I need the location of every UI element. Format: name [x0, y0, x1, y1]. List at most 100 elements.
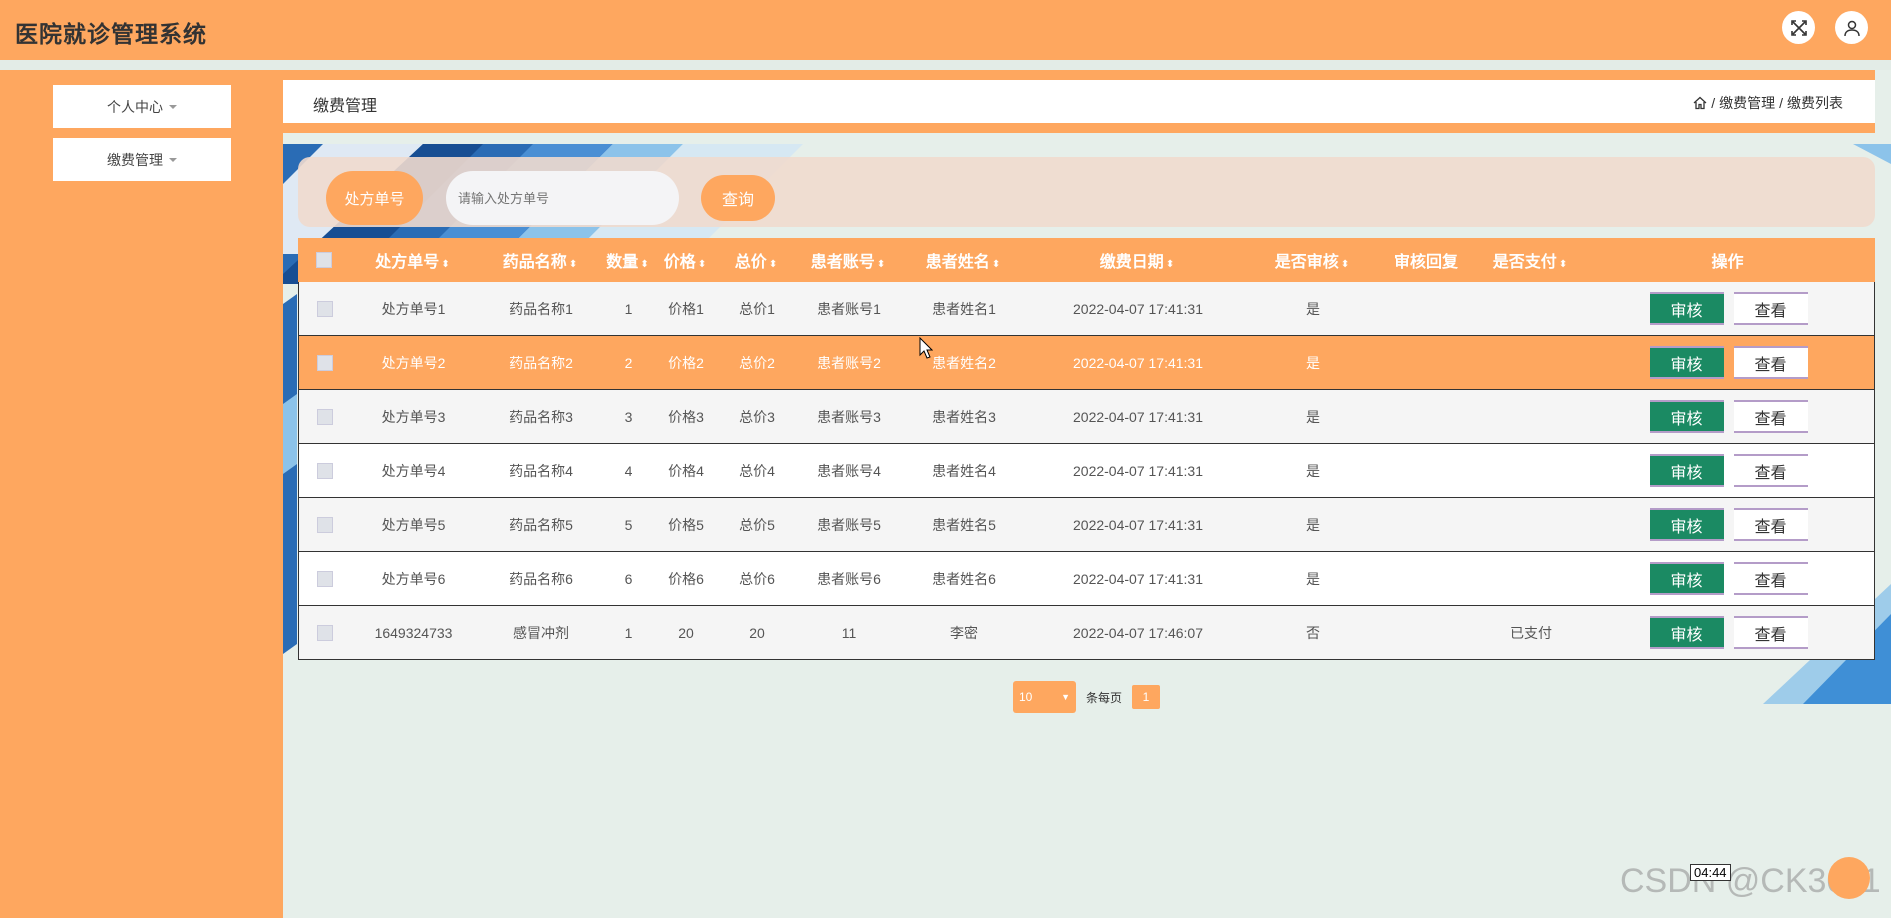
fullscreen-icon[interactable]: [1782, 11, 1815, 44]
breadcrumb-item[interactable]: 缴费管理: [1719, 93, 1775, 113]
table-row[interactable]: 处方单号1 药品名称1 1 价格1 总价1 患者账号1 患者姓名1 2022-04-07 17…: [298, 282, 1875, 336]
sort-icon: ⬍: [697, 259, 707, 270]
search-button[interactable]: 查询: [701, 175, 775, 221]
cell-price: 价格5: [668, 516, 704, 533]
cell-drug: 药品名称1: [509, 300, 573, 317]
view-button[interactable]: 查看: [1733, 346, 1808, 379]
table-row[interactable]: 处方单号5 药品名称5 5 价格5 总价5 患者账号5 患者姓名5 2022-04-07 17…: [298, 498, 1875, 552]
cell-account: 患者账号3: [817, 408, 881, 425]
page-header: 缴费管理 / 缴费管理 / 缴费列表: [283, 70, 1875, 133]
row-checkbox[interactable]: [317, 571, 333, 588]
row-checkbox[interactable]: [317, 517, 333, 534]
cell-audited: 是: [1306, 516, 1320, 533]
home-icon[interactable]: [1693, 96, 1707, 110]
table-row[interactable]: 处方单号2 药品名称2 2 价格2 总价2 患者账号2 患者姓名2 2022-04-07 17…: [298, 336, 1875, 390]
sort-icon: ⬍: [640, 259, 649, 270]
view-button[interactable]: 查看: [1733, 400, 1808, 433]
column-header[interactable]: 药品名称 ⬍: [475, 248, 605, 272]
row-checkbox[interactable]: [317, 409, 333, 426]
sidebar-item-personal-center[interactable]: 个人中心: [53, 85, 231, 128]
cell-name: 患者姓名1: [932, 300, 996, 317]
per-page-label: 条每页: [1086, 690, 1123, 705]
cell-date: 2022-04-07 17:41:31: [1073, 462, 1203, 479]
cell-price: 价格6: [668, 570, 704, 587]
cell-total: 总价5: [739, 516, 775, 533]
cell-audited: 是: [1306, 462, 1320, 479]
back-to-top-button[interactable]: [1828, 857, 1870, 899]
audit-button[interactable]: 审核: [1649, 292, 1724, 325]
page-number[interactable]: 1: [1132, 685, 1161, 709]
cell-name: 李密: [950, 624, 978, 641]
column-header[interactable]: 患者账号 ⬍: [792, 248, 904, 272]
view-button[interactable]: 查看: [1733, 292, 1808, 325]
main-content: 缴费管理 / 缴费管理 / 缴费列表 处方单号 查询 处方单号⬍: [283, 70, 1891, 918]
top-navbar: 医院就诊管理系统: [0, 0, 1891, 60]
cell-date: 2022-04-07 17:41:31: [1073, 516, 1203, 533]
cell-paid: 已支付: [1510, 624, 1552, 641]
audit-button[interactable]: 审核: [1649, 508, 1724, 541]
cell-name: 患者姓名6: [932, 570, 996, 587]
cell-id: 处方单号3: [381, 408, 446, 425]
page-size-select[interactable]: 10 ▼: [1013, 681, 1076, 713]
audit-button[interactable]: 审核: [1649, 346, 1724, 379]
chevron-down-icon: ▼: [1061, 692, 1070, 702]
cell-date: 2022-04-07 17:41:31: [1073, 300, 1203, 317]
cell-date: 2022-04-07 17:41:31: [1073, 570, 1203, 587]
time-tooltip: 04:44: [1690, 864, 1731, 881]
chevron-down-icon: [169, 104, 177, 109]
table-row[interactable]: 处方单号6 药品名称6 6 价格6 总价6 患者账号6 患者姓名6 2022-04-07 17…: [298, 552, 1875, 606]
cell-drug: 药品名称5: [509, 516, 573, 533]
payment-table: 处方单号 ⬍ 药品名称 ⬍ 数量 ⬍ 价格 ⬍ 总价 ⬍ 患者账号 ⬍ 患者姓名 ⬍ 缴费日期…: [298, 238, 1875, 660]
sidebar-item-label: 个人中心: [107, 98, 163, 115]
cell-drug: 感冒冲剂: [513, 624, 569, 641]
column-header[interactable]: 处方单号 ⬍: [350, 248, 475, 272]
view-button[interactable]: 查看: [1733, 454, 1808, 487]
column-header[interactable]: 患者姓名 ⬍: [904, 248, 1022, 272]
column-header[interactable]: 是否支付 ⬍: [1480, 248, 1580, 272]
cell-qty: 3: [624, 408, 633, 425]
sort-icon: ⬍: [441, 259, 450, 270]
user-icon[interactable]: [1835, 11, 1868, 44]
audit-button[interactable]: 审核: [1649, 616, 1724, 649]
cell-name: 患者姓名4: [932, 462, 996, 479]
column-header[interactable]: 是否审核 ⬍: [1252, 248, 1372, 272]
view-button[interactable]: 查看: [1733, 508, 1808, 541]
cell-qty: 6: [624, 570, 633, 587]
cell-qty: 2: [624, 354, 633, 371]
sidebar-item-payment-management[interactable]: 缴费管理: [53, 138, 231, 181]
table-row[interactable]: 处方单号4 药品名称4 4 价格4 总价4 患者账号4 患者姓名4 2022-04-07 17…: [298, 444, 1875, 498]
table-row[interactable]: 处方单号3 药品名称3 3 价格3 总价3 患者账号3 患者姓名3 2022-04-07 17…: [298, 390, 1875, 444]
view-button[interactable]: 查看: [1733, 562, 1808, 595]
row-checkbox[interactable]: [317, 625, 333, 642]
audit-button[interactable]: 审核: [1649, 562, 1724, 595]
cell-id: 处方单号2: [381, 354, 446, 371]
cell-total: 总价3: [739, 408, 775, 425]
cell-qty: 5: [624, 516, 633, 533]
column-header[interactable]: 缴费日期 ⬍: [1022, 248, 1252, 272]
search-input[interactable]: [446, 171, 679, 225]
top-divider: [0, 60, 1891, 70]
cell-qty: 1: [624, 300, 633, 317]
cell-name: 患者姓名3: [932, 408, 996, 425]
cell-id: 1649324733: [374, 624, 453, 641]
sidebar: 个人中心 缴费管理: [0, 70, 283, 918]
cell-account: 11: [841, 624, 857, 641]
row-checkbox[interactable]: [317, 355, 333, 372]
column-header[interactable]: 总价 ⬍: [720, 248, 792, 272]
audit-button[interactable]: 审核: [1649, 454, 1724, 487]
cell-account: 患者账号5: [817, 516, 881, 533]
cell-drug: 药品名称3: [509, 408, 573, 425]
row-checkbox[interactable]: [317, 463, 333, 480]
select-all-checkbox[interactable]: [316, 251, 332, 268]
column-header[interactable]: 数量 ⬍: [605, 248, 650, 272]
chevron-down-icon: [169, 157, 177, 162]
view-button[interactable]: 查看: [1733, 616, 1808, 649]
table-header: 处方单号 ⬍ 药品名称 ⬍ 数量 ⬍ 价格 ⬍ 总价 ⬍ 患者账号 ⬍ 患者姓名 ⬍ 缴费日期…: [298, 238, 1875, 282]
search-bar: 处方单号 查询: [298, 157, 1875, 227]
cell-id: 处方单号1: [381, 300, 446, 317]
cell-qty: 4: [624, 462, 633, 479]
column-header[interactable]: 价格 ⬍: [650, 248, 720, 272]
row-checkbox[interactable]: [317, 301, 333, 318]
table-row[interactable]: 1649324733 感冒冲剂 1 20 20 11 李密 2022-04-07 17:46:…: [298, 606, 1875, 660]
audit-button[interactable]: 审核: [1649, 400, 1724, 433]
